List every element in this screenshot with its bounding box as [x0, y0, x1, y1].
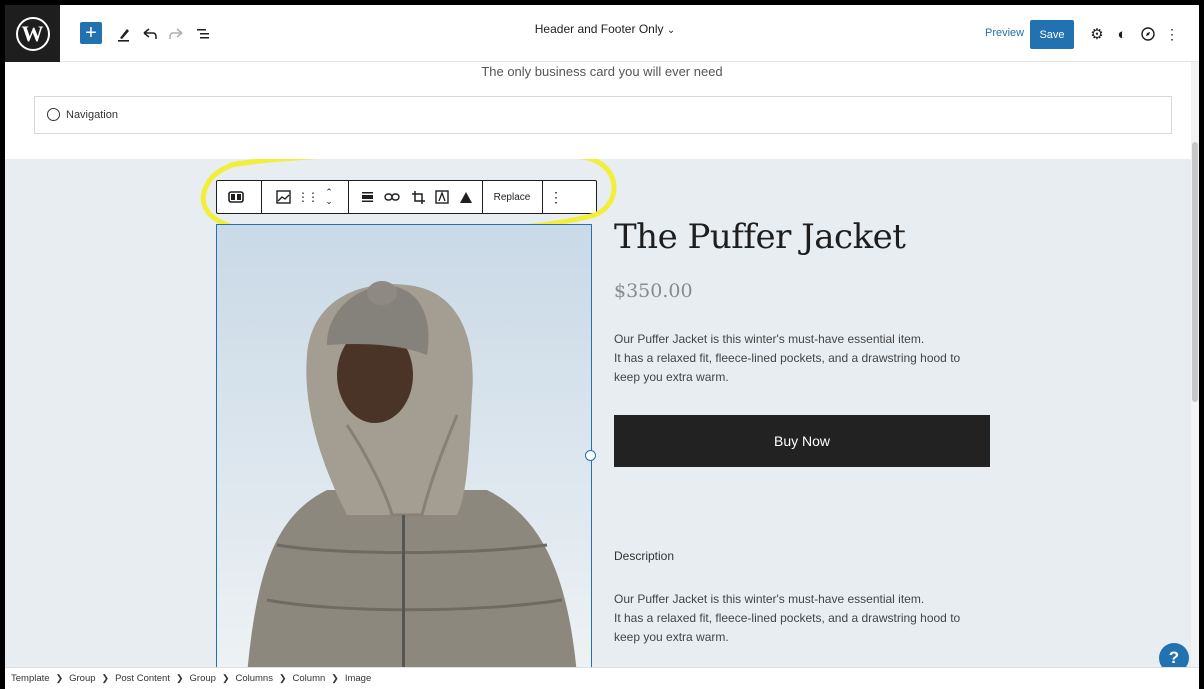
editor-scrollbar[interactable] [1191, 62, 1199, 672]
breadcrumb-chevron-icon: ❯ [101, 673, 110, 683]
wordpress-logo[interactable]: W [5, 5, 60, 62]
breadcrumb-item[interactable]: Group [69, 673, 95, 684]
template-title-dropdown[interactable]: Header and Footer Only ⌄ [405, 22, 805, 36]
breadcrumb-chevron-icon: ❯ [55, 673, 64, 683]
crop-icon [411, 190, 425, 204]
scrollbar-thumb[interactable] [1192, 142, 1198, 402]
save-button[interactable]: Save [1030, 20, 1074, 49]
breadcrumb-chevron-icon: ❯ [175, 673, 184, 683]
edit-tool-button[interactable] [115, 20, 133, 48]
text-over-image-button[interactable] [433, 181, 451, 213]
add-block-button[interactable]: + [80, 22, 102, 44]
drag-handle-icon: ⋮⋮ [297, 190, 319, 204]
editor-canvas: ⋮⋮ ⌃ ⌄ Replace ⋮ The Puffer Jacket $350.… [5, 159, 1191, 667]
breadcrumb-item: Image [344, 673, 372, 684]
description-line: Our Puffer Jacket is this winter's must-… [614, 332, 925, 346]
redo-button[interactable] [167, 20, 185, 48]
replace-button[interactable]: Replace [483, 181, 541, 213]
settings-button[interactable]: ⚙ [1088, 20, 1106, 48]
navigation-menu-button[interactable] [1139, 20, 1157, 48]
man-in-puffer-jacket-photo [217, 225, 591, 667]
navigation-block[interactable]: Navigation [34, 96, 1172, 134]
align-center-icon [361, 192, 373, 202]
editor-top-bar: W + Header and Footer Only ⌄ Preview Sav… [5, 5, 1199, 62]
pencil-icon [118, 29, 129, 42]
more-vertical-icon: ⋮ [1165, 25, 1179, 42]
duotone-filter-button[interactable] [457, 181, 475, 213]
align-button[interactable] [358, 181, 376, 213]
link-icon [384, 193, 400, 201]
product-price: $350.00 [614, 280, 693, 302]
breadcrumb-item[interactable]: Column [293, 673, 326, 684]
more-vertical-icon: ⋮ [549, 188, 563, 205]
undo-button[interactable] [141, 20, 159, 48]
breadcrumb-chevron-icon: ❯ [221, 673, 230, 683]
plus-icon: + [85, 21, 97, 44]
move-block-buttons[interactable]: ⌃ ⌄ [321, 181, 337, 213]
wordpress-logo-icon: W [15, 16, 50, 51]
description-heading: Description [614, 549, 675, 563]
link-button[interactable] [383, 181, 401, 213]
compass-icon [1141, 27, 1155, 41]
breadcrumb-item[interactable]: Columns [235, 673, 273, 684]
chevron-down-icon: ⌄ [666, 25, 676, 36]
site-tagline: The only business card you will ever nee… [481, 64, 723, 79]
description-line: keep you extra warm. [614, 630, 729, 644]
product-description: Our Puffer Jacket is this winter's must-… [614, 330, 1004, 387]
contrast-icon: ◐ [1117, 25, 1127, 43]
breadcrumb-item[interactable]: Post Content [115, 673, 170, 684]
gear-icon: ⚙ [1090, 26, 1104, 43]
breadcrumb-chevron-icon: ❯ [278, 673, 287, 683]
toolbar-divider [348, 181, 349, 213]
product-image[interactable] [216, 224, 592, 667]
crop-button[interactable] [409, 181, 427, 213]
image-block-type-button[interactable] [273, 181, 293, 213]
preview-button[interactable]: Preview [985, 27, 1024, 39]
undo-icon [143, 28, 157, 39]
redo-icon [169, 28, 183, 39]
description-line: It has a relaxed fit, fleece-lined pocke… [614, 611, 961, 625]
list-view-icon [197, 29, 209, 39]
product-title: The Puffer Jacket [614, 217, 906, 257]
options-button[interactable]: ⋮ [1165, 20, 1179, 48]
drag-handle[interactable]: ⋮⋮ [297, 181, 319, 213]
toolbar-divider [261, 181, 262, 213]
breadcrumb-chevron-icon: ❯ [331, 673, 339, 683]
image-resize-handle[interactable] [585, 450, 596, 461]
breadcrumb-item[interactable]: Template [11, 673, 50, 684]
description-line: Our Puffer Jacket is this winter's must-… [614, 592, 925, 606]
product-description-detail: Our Puffer Jacket is this winter's must-… [614, 590, 1004, 647]
editor-frame: W + Header and Footer Only ⌄ Preview Sav… [5, 5, 1199, 689]
text-overlay-icon [435, 190, 449, 204]
description-line: It has a relaxed fit, fleece-lined pocke… [614, 351, 961, 365]
duotone-icon [460, 191, 472, 203]
columns-parent-button[interactable] [223, 181, 249, 213]
columns-icon [228, 191, 244, 203]
template-title: Header and Footer Only [534, 22, 664, 36]
chevron-down-icon: ⌄ [325, 196, 333, 206]
description-line: keep you extra warm. [614, 370, 729, 384]
buy-now-button[interactable]: Buy Now [614, 415, 990, 467]
block-breadcrumb: Template ❯ Group ❯ Post Content ❯ Group ❯ Co… [5, 667, 1199, 689]
styles-button[interactable]: ◐ [1113, 20, 1131, 48]
navigation-label: Navigation [66, 109, 118, 121]
image-icon [275, 190, 291, 204]
block-options-button[interactable]: ⋮ [543, 181, 569, 213]
list-view-button[interactable] [195, 20, 213, 48]
breadcrumb-item[interactable]: Group [190, 673, 216, 684]
block-toolbar: ⋮⋮ ⌃ ⌄ Replace ⋮ [216, 180, 597, 214]
compass-icon [47, 108, 60, 121]
